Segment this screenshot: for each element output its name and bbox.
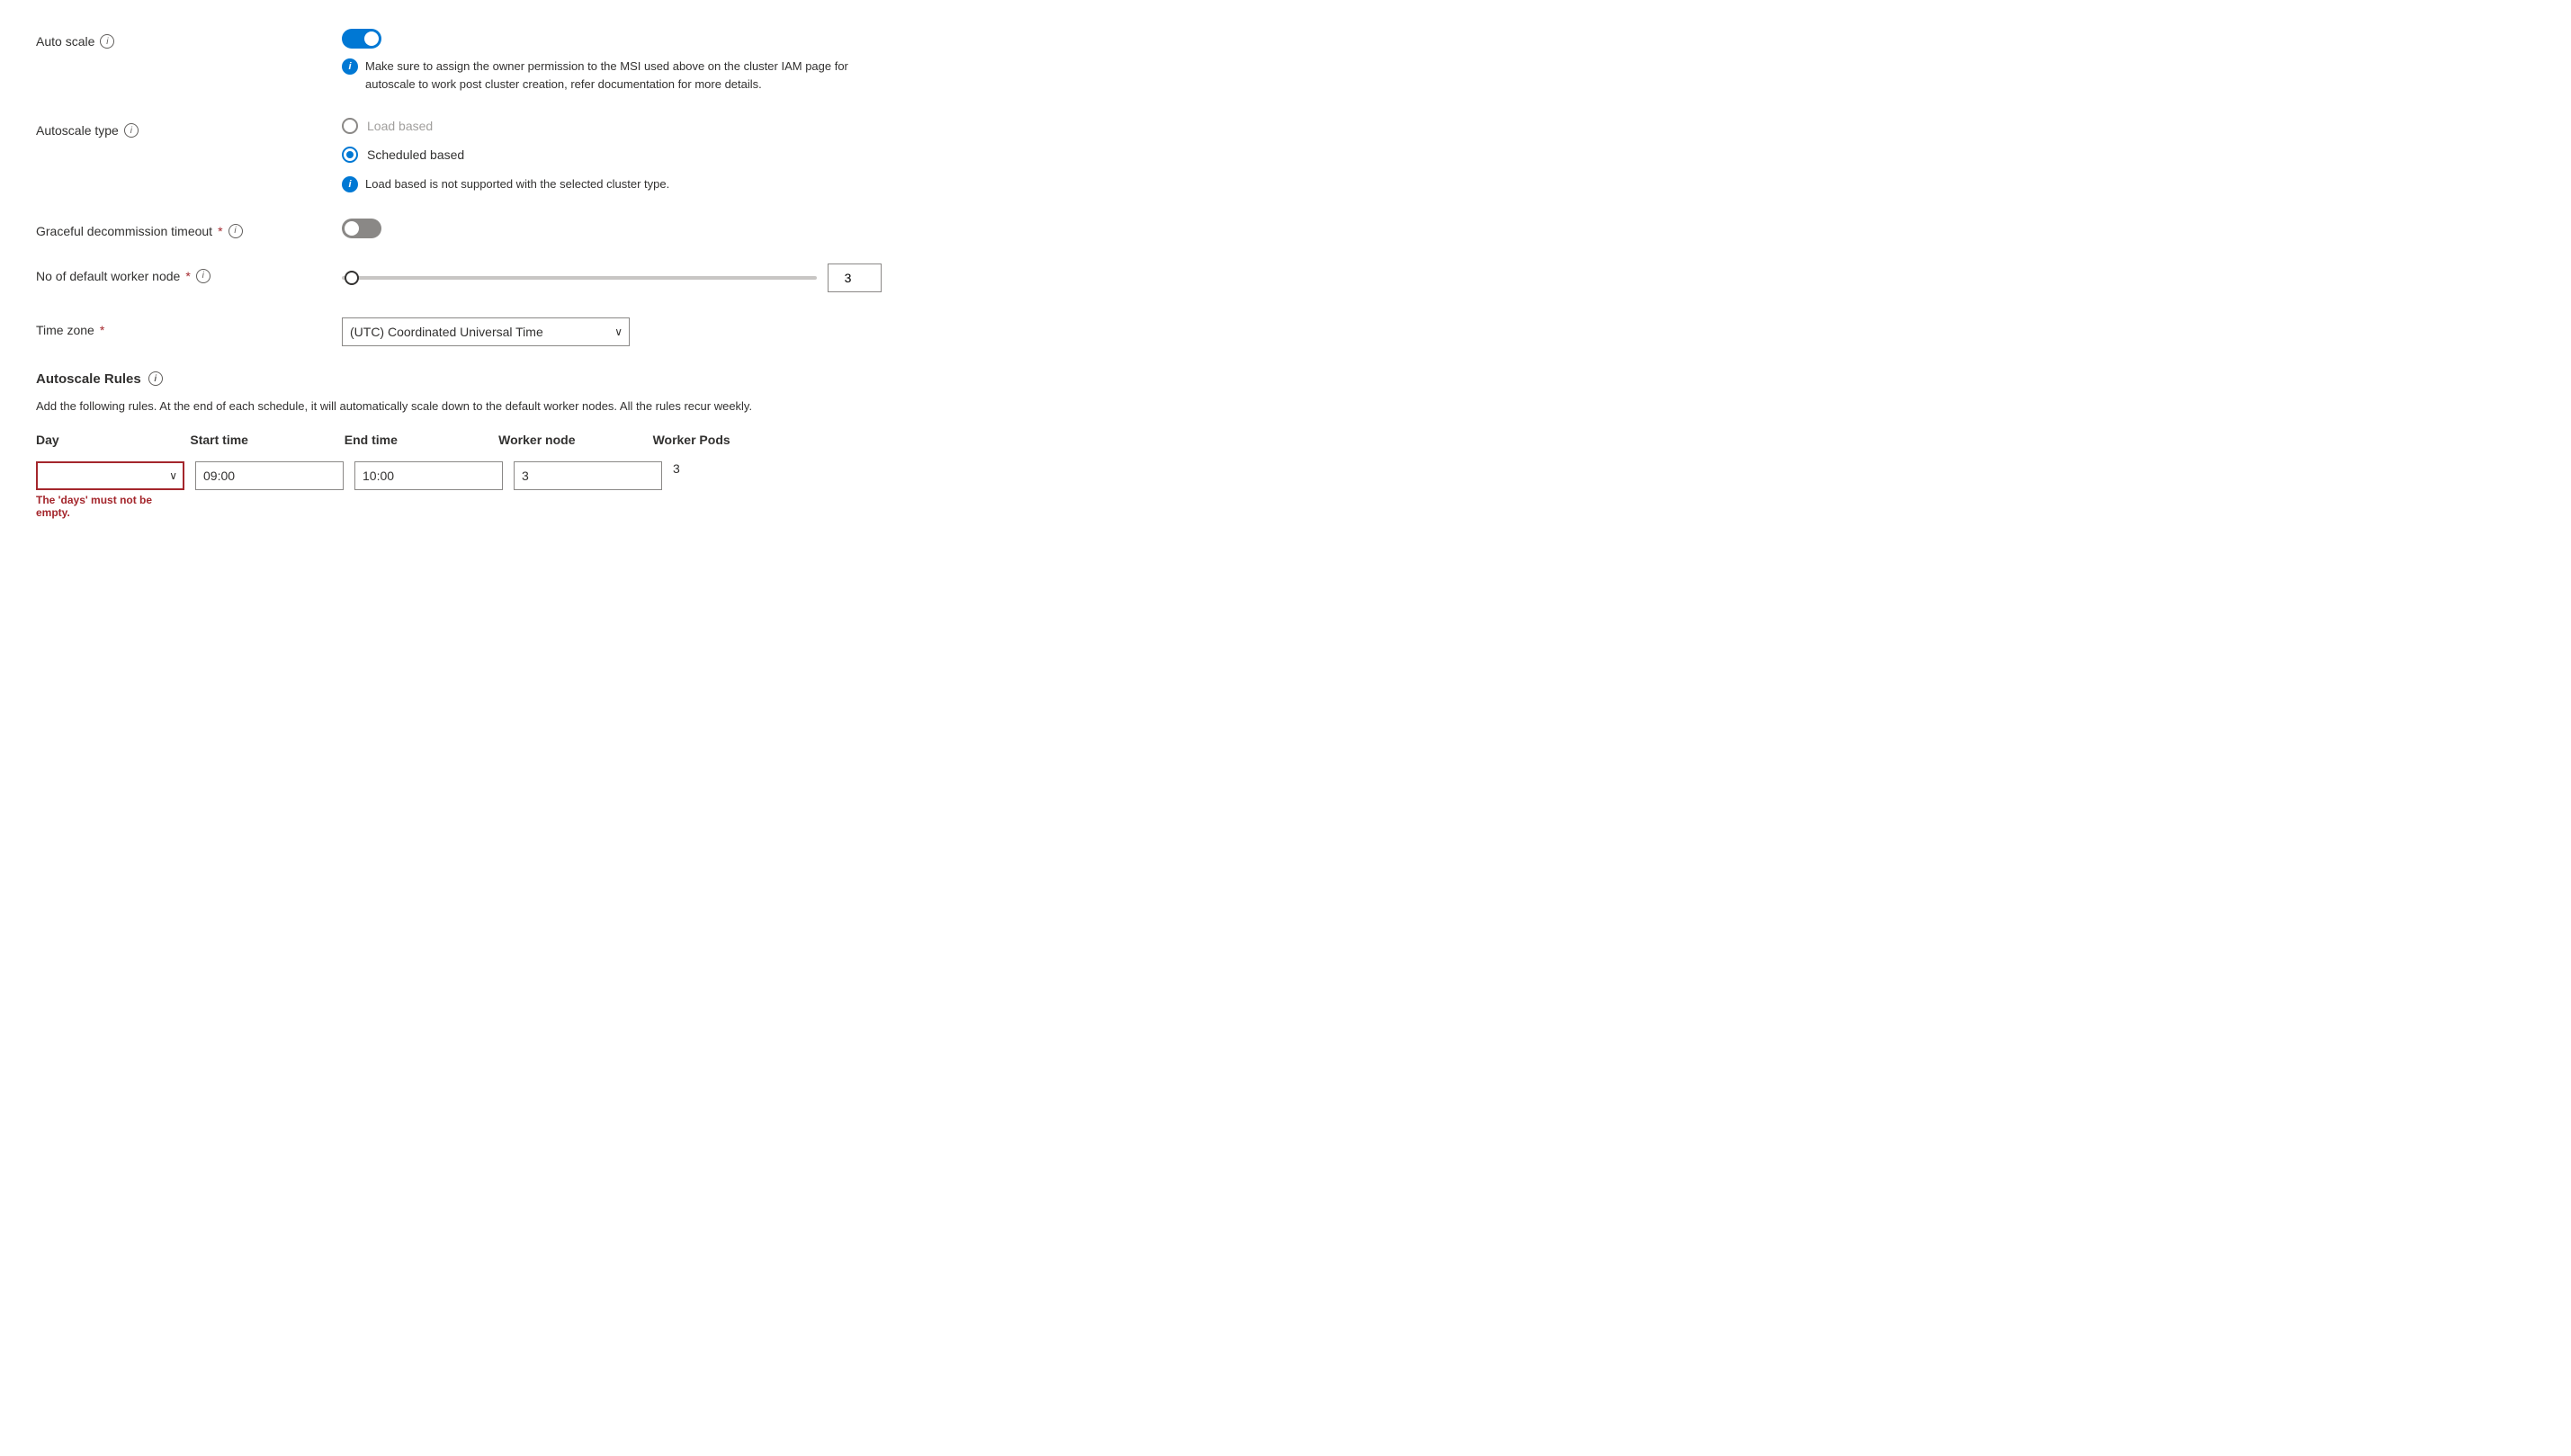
end-time-cell [354,461,514,490]
day-cell: Monday Tuesday Wednesday Thursday Friday… [36,461,195,519]
timezone-select-wrapper: (UTC) Coordinated Universal Time (UTC+05… [342,317,630,346]
worker-node-cell [514,461,673,490]
autoscale-type-label-text: Autoscale type [36,123,119,138]
autoscale-info-icon[interactable]: i [100,34,114,49]
autoscale-toggle-thumb [364,31,379,46]
autoscale-info-message: i Make sure to assign the owner permissi… [342,58,882,93]
autoscale-type-row: Autoscale type i Load based Scheduled ba… [36,118,2535,193]
graceful-timeout-control [342,219,882,238]
col-header-day: Day [36,433,190,454]
worker-pods-cell: 3 [673,461,756,476]
worker-node-slider-thumb[interactable] [345,271,359,285]
col-header-end-time: End time [345,433,498,454]
timezone-label-text: Time zone [36,323,94,337]
autoscale-label: Auto scale i [36,29,342,49]
day-error-text: The 'days' must not be empty. [36,494,184,519]
radio-scheduled-based-input [342,147,358,163]
graceful-timeout-toggle-thumb [345,221,359,236]
autoscale-rules-section: Autoscale Rules i Add the following rule… [36,371,2535,520]
radio-load-based[interactable]: Load based [342,118,882,134]
radio-scheduled-based-label: Scheduled based [367,147,464,162]
graceful-timeout-toggle[interactable] [342,219,381,238]
worker-node-info-icon[interactable]: i [196,269,211,283]
radio-scheduled-based-dot [346,151,354,158]
autoscale-rules-description: Add the following rules. At the end of e… [36,397,873,415]
worker-node-label: No of default worker node * i [36,264,342,283]
worker-node-label-text: No of default worker node [36,269,180,283]
autoscale-type-info-icon[interactable]: i [124,123,139,138]
timezone-required: * [100,323,104,337]
graceful-timeout-label-text: Graceful decommission timeout [36,224,212,238]
graceful-timeout-required: * [218,224,222,238]
radio-load-based-label: Load based [367,119,433,133]
rules-table-header: Day Start time End time Worker node Work… [36,433,756,454]
timezone-row: Time zone * (UTC) Coordinated Universal … [36,317,2535,346]
autoscale-rules-table: Day Start time End time Worker node Work… [36,433,756,519]
autoscale-control: i Make sure to assign the owner permissi… [342,29,882,93]
start-time-cell [195,461,354,490]
radio-scheduled-based[interactable]: Scheduled based [342,147,882,163]
table-row: Monday Tuesday Wednesday Thursday Friday… [36,461,756,519]
autoscale-toggle[interactable] [342,29,381,49]
timezone-control: (UTC) Coordinated Universal Time (UTC+05… [342,317,882,346]
day-select[interactable]: Monday Tuesday Wednesday Thursday Friday… [36,461,184,490]
worker-node-required: * [185,269,190,283]
worker-node-control [342,264,882,292]
day-select-wrapper: Monday Tuesday Wednesday Thursday Friday… [36,461,184,490]
radio-load-based-input [342,118,358,134]
autoscale-row: Auto scale i i Make sure to assign the o… [36,29,2535,93]
col-header-worker-pods: Worker Pods [653,433,756,454]
autoscale-type-warning-text: Load based is not supported with the sel… [365,175,669,193]
worker-pods-value: 3 [673,456,680,476]
autoscale-rules-title: Autoscale Rules i [36,371,2535,387]
graceful-timeout-toggle-track [342,219,381,238]
worker-node-value-input[interactable] [828,264,882,292]
start-time-input[interactable] [195,461,344,490]
graceful-timeout-info-icon[interactable]: i [228,224,243,238]
autoscale-type-control: Load based Scheduled based i Load based … [342,118,882,193]
col-header-worker-node: Worker node [498,433,652,454]
autoscale-type-warning: i Load based is not supported with the s… [342,175,882,193]
col-header-start-time: Start time [190,433,344,454]
autoscale-info-text: Make sure to assign the owner permission… [365,58,882,93]
autoscale-rules-title-text: Autoscale Rules [36,371,141,387]
autoscale-type-label: Autoscale type i [36,118,342,138]
autoscale-type-warning-icon: i [342,176,358,192]
end-time-input[interactable] [354,461,503,490]
autoscale-rules-info-icon[interactable]: i [148,371,163,386]
autoscale-type-radio-group: Load based Scheduled based [342,118,882,163]
graceful-timeout-row: Graceful decommission timeout * i [36,219,2535,238]
timezone-label: Time zone * [36,317,342,337]
worker-node-slider-track[interactable] [342,276,817,280]
autoscale-info-circle-icon: i [342,58,358,75]
worker-node-input[interactable] [514,461,662,490]
worker-node-slider-container [342,264,882,292]
worker-node-row: No of default worker node * i [36,264,2535,292]
timezone-select[interactable]: (UTC) Coordinated Universal Time (UTC+05… [342,317,630,346]
autoscale-label-text: Auto scale [36,34,94,49]
autoscale-toggle-track [342,29,381,49]
graceful-timeout-label: Graceful decommission timeout * i [36,219,342,238]
